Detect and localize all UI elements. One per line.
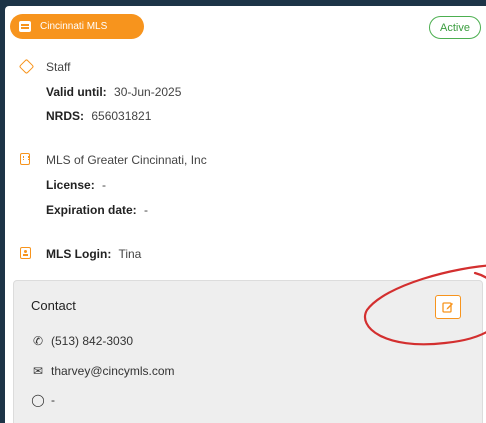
- contact-section: Contact ✆ (513) 842-3030 ✉ tharvey@cincy…: [13, 280, 483, 423]
- valid-until-value: 30-Jun-2025: [114, 85, 182, 99]
- expiration-row: Expiration date: -: [46, 202, 148, 218]
- license-row: License: -: [46, 177, 106, 193]
- contact-email-row: ✉ tharvey@cincymls.com: [31, 364, 175, 378]
- login-value: Tina: [118, 247, 142, 261]
- valid-until-label: Valid until:: [46, 85, 107, 99]
- nrds-row: NRDS: 656031821: [46, 108, 151, 124]
- mls-pill[interactable]: Cincinnati MLS: [10, 14, 144, 39]
- role-row: Staff: [46, 59, 70, 75]
- org-name: MLS of Greater Cincinnati, Inc: [46, 153, 207, 167]
- id-card-icon: [20, 247, 31, 259]
- membership-card: Cincinnati MLS Active Staff Valid until:…: [5, 6, 486, 423]
- contact-phone[interactable]: (513) 842-3030: [51, 334, 133, 348]
- tag-icon: [18, 58, 35, 75]
- contact-email[interactable]: tharvey@cincymls.com: [51, 364, 175, 378]
- login-row: MLS Login: Tina: [46, 246, 141, 262]
- login-label: MLS Login:: [46, 247, 112, 261]
- role-value: Staff: [46, 60, 71, 74]
- contact-phone-row: ✆ (513) 842-3030: [31, 334, 133, 348]
- mail-icon: ✉: [32, 364, 44, 378]
- contact-website-row: ◯ -: [31, 393, 55, 407]
- contact-website: -: [51, 393, 55, 407]
- status-badge: Active: [429, 16, 481, 39]
- nrds-value: 656031821: [91, 109, 152, 123]
- license-label: License:: [46, 178, 95, 192]
- expiration-label: Expiration date:: [46, 203, 137, 217]
- valid-until-row: Valid until: 30-Jun-2025: [46, 84, 181, 100]
- building-icon: [20, 153, 30, 165]
- mls-pill-label: Cincinnati MLS: [40, 21, 108, 32]
- org-row: MLS of Greater Cincinnati, Inc: [46, 152, 207, 168]
- license-value: -: [102, 178, 107, 192]
- nrds-label: NRDS:: [46, 109, 84, 123]
- contact-title: Contact: [31, 298, 76, 313]
- expiration-value: -: [144, 203, 149, 217]
- phone-icon: ✆: [32, 334, 44, 348]
- globe-icon: ◯: [31, 393, 45, 407]
- edit-icon: [442, 302, 453, 313]
- card-header: Cincinnati MLS Active: [5, 6, 486, 42]
- list-icon: [19, 21, 31, 32]
- edit-contact-button[interactable]: [435, 295, 461, 319]
